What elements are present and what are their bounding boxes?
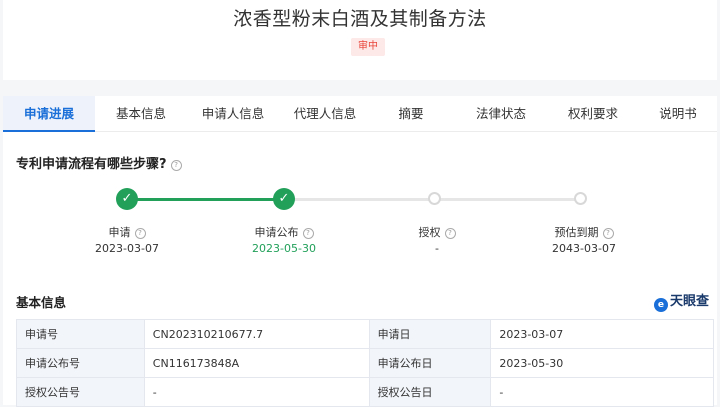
progress-line-done [127,198,285,201]
question-icon[interactable]: ? [602,228,614,239]
table-value: - [143,377,370,407]
table-value: 2023-03-07 [490,319,714,349]
status-badge: 审中 [351,38,385,56]
process-question-text: 专利申请流程有哪些步骤? [16,157,167,172]
patent-title: 浓香型粉末白酒及其制备方法 [233,8,487,30]
eye-icon: e [653,298,668,312]
tab-abstract[interactable]: 摘要 [365,96,457,131]
table-value: 2023-05-30 [490,348,714,378]
brand-logo: e 天眼查 [653,290,709,312]
step-label-expiry: 预估到期? [524,224,644,240]
tab-agent-info[interactable]: 代理人信息 [279,96,371,131]
step-label-grant: 授权? [377,224,497,240]
table-label: 授权公告日 [368,377,492,407]
table-value: CN116173848A [143,348,370,378]
question-icon[interactable]: ? [170,160,182,171]
question-icon[interactable]: ? [134,228,146,239]
pending-step-dot [428,192,441,205]
header-card: 浓香型粉末白酒及其制备方法 审中 [3,0,717,80]
step-label-publish: 申请公布? [224,224,344,240]
question-icon[interactable]: ? [302,228,314,239]
main-card: 申请进展 基本信息 申请人信息 代理人信息 摘要 法律状态 权利要求 说明书 专… [3,96,717,407]
brand-name: 天眼查 [669,294,709,309]
table-label: 授权公告号 [16,377,145,407]
step-date-expiry: 2043-03-07 [552,242,616,255]
tab-application-progress[interactable]: 申请进展 [3,96,95,132]
tab-description[interactable]: 说明书 [639,96,717,131]
pending-step-dot [574,192,587,205]
basic-info-heading: 基本信息 [16,295,67,310]
table-row: 申请号 CN202310210677.7 申请日 2023-03-07 [16,319,714,349]
table-value: - [490,377,714,407]
table-row: 授权公告号 - 授权公告日 - [16,377,714,407]
step-date-grant: - [435,242,439,255]
question-icon[interactable]: ? [444,228,456,239]
table-value: CN202310210677.7 [143,319,370,349]
process-question: 专利申请流程有哪些步骤?? [16,153,182,172]
tab-applicant-info[interactable]: 申请人信息 [187,96,279,131]
table-row: 申请公布号 CN116173848A 申请公布日 2023-05-30 [16,348,714,378]
check-icon: ✓ [116,188,138,210]
table-label: 申请公布号 [16,348,145,378]
progress-tracker: ✓ ✓ 申请? 申请公布? 授权? 预估到期? 2023-03-07 2023-… [3,188,717,268]
table-label: 申请号 [16,319,145,349]
step-label-apply: 申请? [67,224,187,240]
basic-info-table: 申请号 CN202310210677.7 申请日 2023-03-07 申请公布… [16,319,714,407]
table-label: 申请公布日 [368,348,492,378]
tab-claims[interactable]: 权利要求 [547,96,639,131]
step-date-apply: 2023-03-07 [95,242,159,255]
step-date-publish: 2023-05-30 [252,242,316,255]
tab-bar: 申请进展 基本信息 申请人信息 代理人信息 摘要 法律状态 权利要求 说明书 [3,96,717,132]
tab-basic-info[interactable]: 基本信息 [95,96,187,131]
table-label: 申请日 [368,319,492,349]
tab-legal-status[interactable]: 法律状态 [455,96,547,131]
check-icon: ✓ [273,188,295,210]
